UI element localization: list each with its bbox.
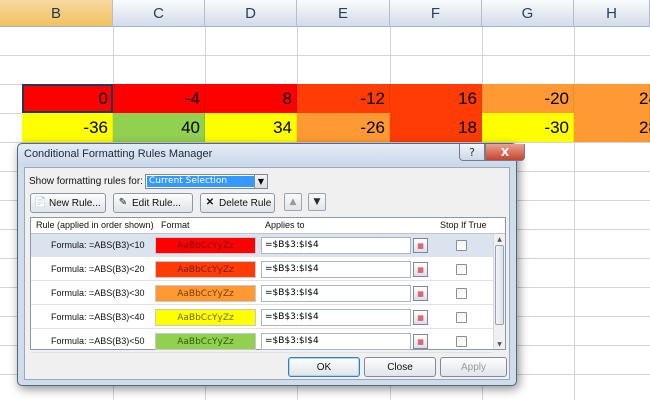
dialog-title: Conditional Formatting Rules Manager bbox=[24, 148, 213, 160]
format-preview: AaBbCcYyZz bbox=[155, 309, 256, 326]
stop-if-true-checkbox[interactable] bbox=[456, 288, 467, 299]
help-button[interactable]: ? bbox=[459, 144, 485, 161]
stop-column-header: Stop If True bbox=[440, 220, 487, 230]
cell-e4[interactable]: -26 bbox=[297, 113, 390, 142]
format-preview: AaBbCcYyZz bbox=[155, 333, 256, 350]
scroll-up-icon[interactable]: ▲ bbox=[494, 234, 505, 244]
move-up-button[interactable]: ▲ bbox=[284, 193, 302, 211]
cell-d3[interactable]: 8 bbox=[205, 84, 297, 113]
rule-row[interactable]: Formula: =ABS(B3)<40 AaBbCcYyZz =$B$3:$I… bbox=[31, 306, 493, 329]
scroll-down-icon[interactable]: ▼ bbox=[494, 339, 505, 349]
column-header-f[interactable]: F bbox=[390, 0, 482, 27]
dialog-titlebar[interactable]: Conditional Formatting Rules Manager bbox=[18, 144, 516, 166]
applies-to-field[interactable]: =$B$3:$I$4 bbox=[261, 333, 411, 350]
conditional-formatting-dialog: Conditional Formatting Rules Manager ? X… bbox=[17, 143, 525, 386]
rule-column-header: Rule (applied in order shown) bbox=[36, 220, 154, 230]
range-select-icon[interactable]: ▦ bbox=[413, 238, 428, 253]
chevron-down-icon[interactable]: ▼ bbox=[254, 175, 267, 188]
cell-f4[interactable]: 18 bbox=[390, 113, 482, 142]
grid-line bbox=[0, 55, 650, 56]
applies-column-header: Applies to bbox=[265, 220, 305, 230]
range-select-icon[interactable]: ▦ bbox=[413, 310, 428, 325]
cell-g3[interactable]: -20 bbox=[482, 84, 574, 113]
column-header-b[interactable]: B bbox=[0, 0, 113, 27]
cell-g4[interactable]: -30 bbox=[482, 113, 574, 142]
format-preview: AaBbCcYyZz bbox=[155, 261, 256, 278]
stop-if-true-checkbox[interactable] bbox=[456, 312, 467, 323]
cell-c3[interactable]: -4 bbox=[113, 84, 205, 113]
ok-button[interactable]: OK bbox=[288, 357, 360, 377]
arrow-down-icon: ▼ bbox=[313, 197, 321, 207]
applies-to-field[interactable]: =$B$3:$I$4 bbox=[261, 285, 411, 302]
column-header-e[interactable]: E bbox=[297, 0, 390, 27]
rules-table-header: Rule (applied in order shown) Format App… bbox=[31, 218, 505, 234]
cell-h4[interactable]: 28 bbox=[574, 113, 650, 142]
close-icon: X bbox=[500, 145, 510, 159]
rule-condition: Formula: =ABS(B3)<30 bbox=[51, 288, 145, 298]
rule-row[interactable]: Formula: =ABS(B3)<30 AaBbCcYyZz =$B$3:$I… bbox=[31, 282, 493, 305]
edit-rule-button[interactable]: ✎ Edit Rule... bbox=[113, 193, 193, 213]
cell-d4[interactable]: 34 bbox=[205, 113, 297, 142]
show-rules-dropdown[interactable]: Current Selection ▼ bbox=[145, 174, 268, 189]
column-header-h[interactable]: H bbox=[574, 0, 650, 27]
column-header-d[interactable]: D bbox=[205, 0, 297, 27]
applies-to-field[interactable]: =$B$3:$I$4 bbox=[261, 309, 411, 326]
scrollbar-thumb[interactable] bbox=[495, 245, 504, 325]
stop-if-true-checkbox[interactable] bbox=[456, 264, 467, 275]
new-rule-icon: 📄 bbox=[34, 197, 47, 208]
dialog-body: Show formatting rules for: Current Selec… bbox=[24, 167, 510, 380]
cell-f3[interactable]: 16 bbox=[390, 84, 482, 113]
arrow-up-icon: ▲ bbox=[289, 197, 297, 207]
close-button[interactable]: Close bbox=[364, 357, 436, 377]
show-rules-value: Current Selection bbox=[147, 176, 254, 187]
cell-h3[interactable]: 24 bbox=[574, 84, 650, 113]
stop-if-true-checkbox[interactable] bbox=[456, 336, 467, 347]
cell-b4[interactable]: -36 bbox=[22, 113, 113, 142]
rules-scrollbar[interactable]: ▲ ▼ bbox=[493, 234, 505, 349]
delete-rule-button[interactable]: ✕ Delete Rule bbox=[200, 193, 275, 213]
format-preview: AaBbCcYyZz bbox=[155, 285, 256, 302]
rule-condition: Formula: =ABS(B3)<20 bbox=[51, 264, 145, 274]
range-select-icon[interactable]: ▦ bbox=[413, 334, 428, 349]
rule-row[interactable]: Formula: =ABS(B3)<10 AaBbCcYyZz =$B$3:$I… bbox=[31, 234, 493, 257]
rule-row[interactable]: Formula: =ABS(B3)<50 AaBbCcYyZz =$B$3:$I… bbox=[31, 330, 493, 353]
column-header-g[interactable]: G bbox=[482, 0, 574, 27]
edit-rule-icon: ✎ bbox=[118, 197, 128, 208]
rule-condition: Formula: =ABS(B3)<40 bbox=[51, 312, 145, 322]
move-down-button[interactable]: ▼ bbox=[308, 193, 326, 211]
delete-rule-label: Delete Rule bbox=[219, 197, 272, 209]
show-rules-label: Show formatting rules for: bbox=[29, 176, 143, 187]
delete-icon: ✕ bbox=[205, 197, 215, 208]
stop-if-true-checkbox[interactable] bbox=[456, 240, 467, 251]
edit-rule-label: Edit Rule... bbox=[132, 197, 181, 209]
cell-b3[interactable]: 0 bbox=[22, 84, 113, 113]
applies-to-field[interactable]: =$B$3:$I$4 bbox=[261, 261, 411, 278]
apply-button[interactable]: Apply bbox=[440, 357, 507, 377]
new-rule-label: New Rule... bbox=[49, 197, 101, 209]
rule-row[interactable]: Formula: =ABS(B3)<20 AaBbCcYyZz =$B$3:$I… bbox=[31, 258, 493, 281]
close-window-button[interactable]: X bbox=[485, 144, 525, 161]
applies-to-field[interactable]: =$B$3:$I$4 bbox=[261, 237, 411, 254]
format-column-header: Format bbox=[161, 220, 190, 230]
rule-condition: Formula: =ABS(B3)<10 bbox=[51, 240, 145, 250]
help-icon: ? bbox=[469, 145, 475, 159]
format-preview: AaBbCcYyZz bbox=[155, 237, 256, 254]
range-select-icon[interactable]: ▦ bbox=[413, 262, 428, 277]
new-rule-button[interactable]: 📄 New Rule... bbox=[30, 193, 106, 213]
range-select-icon[interactable]: ▦ bbox=[413, 286, 428, 301]
cell-c4[interactable]: 40 bbox=[113, 113, 205, 142]
rule-condition: Formula: =ABS(B3)<50 bbox=[51, 336, 145, 346]
cell-e3[interactable]: -12 bbox=[297, 84, 390, 113]
column-header-c[interactable]: C bbox=[113, 0, 205, 27]
rules-table: Rule (applied in order shown) Format App… bbox=[30, 217, 506, 353]
